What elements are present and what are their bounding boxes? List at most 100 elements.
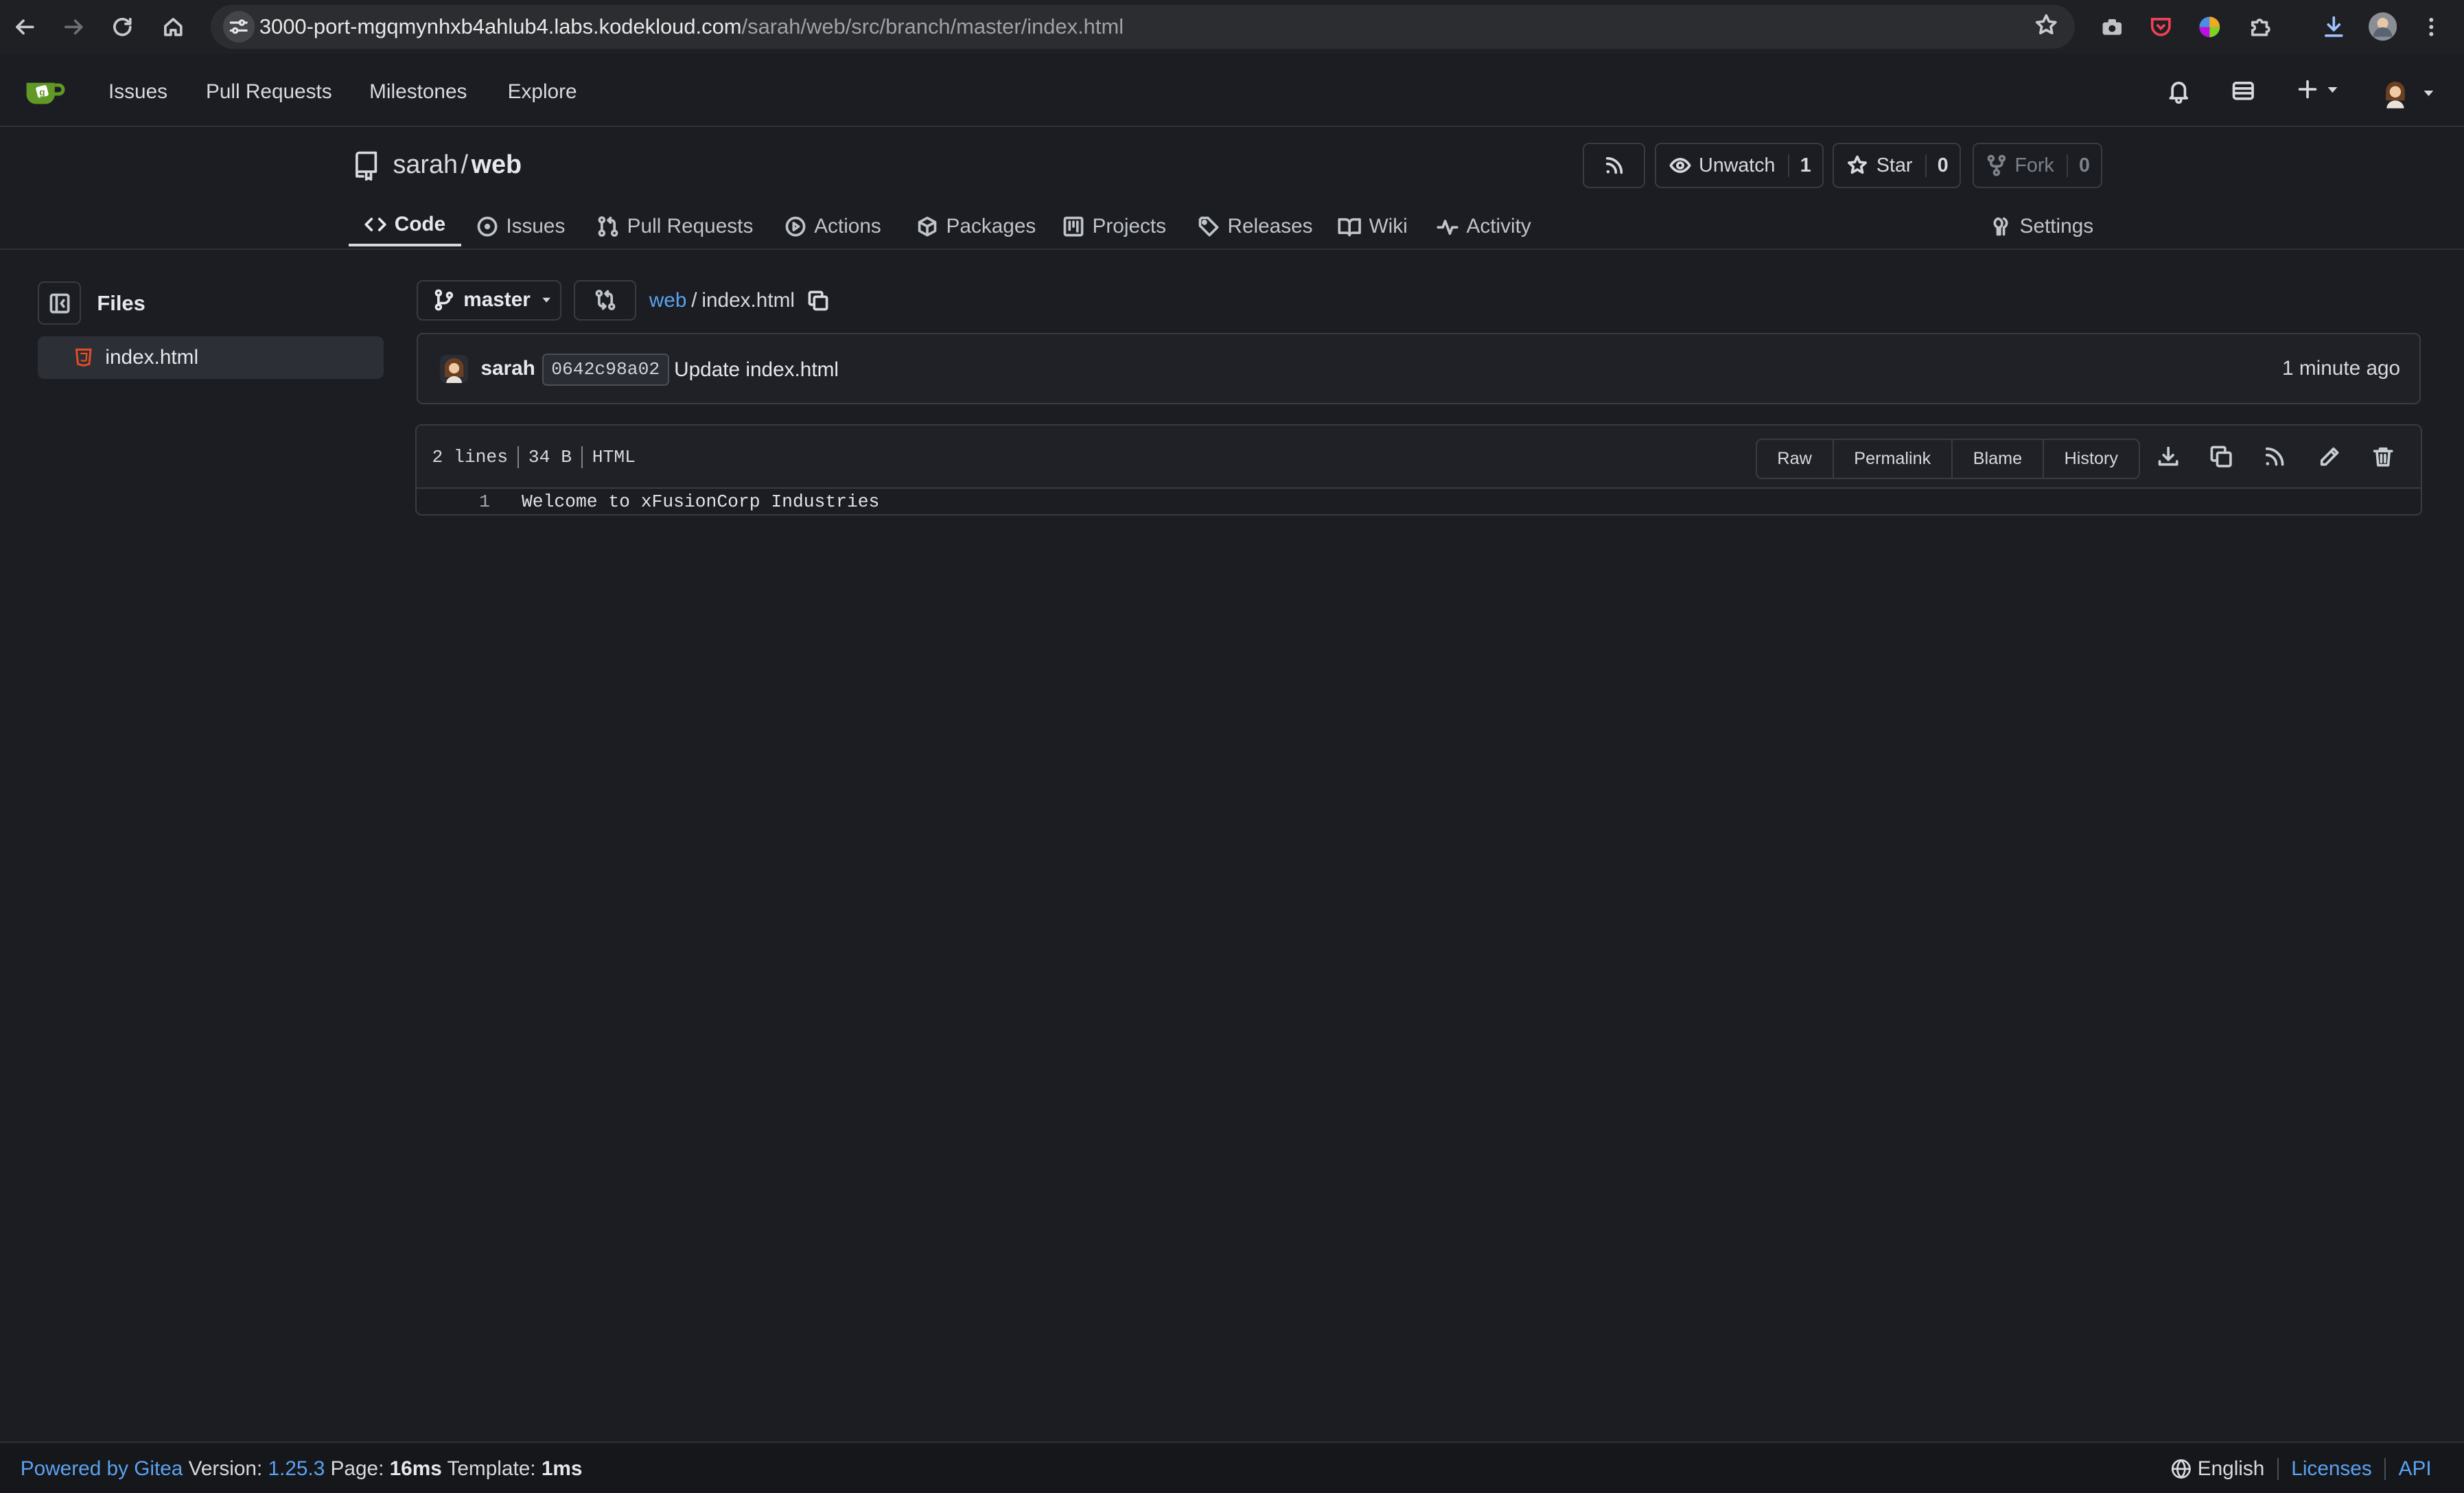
nav-explore[interactable]: Explore: [508, 80, 577, 104]
svg-text:g: g: [40, 87, 45, 97]
nav-pull-requests[interactable]: Pull Requests: [206, 80, 332, 104]
delete-trash-icon[interactable]: [2371, 445, 2395, 468]
commit-sha-label[interactable]: 0642c98a02: [542, 353, 669, 386]
language-selector[interactable]: English: [2171, 1457, 2265, 1481]
create-new-dropdown[interactable]: [2297, 78, 2340, 100]
repo-owner-link[interactable]: sarah: [393, 150, 457, 179]
project-icon: [1063, 216, 1084, 237]
color-picker-extension-icon[interactable]: [2196, 12, 2224, 40]
pocket-extension-icon[interactable]: [2147, 12, 2175, 40]
star-button[interactable]: Star: [1834, 144, 1925, 187]
downloads-icon[interactable]: [2320, 12, 2348, 40]
site-info-icon[interactable]: [223, 11, 255, 43]
file-line-count: 2 lines: [432, 447, 509, 468]
line-content: Welcome to xFusionCorp Industries: [521, 491, 880, 513]
git-compare-icon: [595, 290, 616, 311]
tab-code[interactable]: Code: [349, 206, 462, 246]
profile-avatar-icon[interactable]: [2369, 12, 2397, 41]
powered-by-link[interactable]: Powered by Gitea: [21, 1457, 183, 1480]
tab-wiki[interactable]: Wiki: [1338, 206, 1408, 247]
tools-icon: [1993, 217, 2008, 236]
branch-selector-button[interactable]: master: [416, 279, 561, 321]
file-tree-header: Files: [37, 281, 146, 325]
edit-pencil-icon[interactable]: [2318, 445, 2341, 468]
forward-icon[interactable]: [58, 11, 90, 43]
author-avatar[interactable]: [439, 355, 469, 384]
file-tree-item[interactable]: index.html: [37, 336, 384, 379]
tab-projects-label: Projects: [1092, 214, 1167, 238]
url-path: /sarah/web/src/branch/master/index.html: [741, 14, 1124, 38]
rss-feed-button[interactable]: [1583, 143, 1646, 189]
branch-name: master: [463, 288, 531, 312]
fork-label: Fork: [2014, 154, 2054, 176]
nav-milestones[interactable]: Milestones: [369, 80, 467, 104]
nav-issues[interactable]: Issues: [108, 80, 167, 104]
breadcrumb-repo-link[interactable]: web: [649, 289, 687, 312]
gitea-navbar: g Issues Pull Requests Milestones Explor…: [0, 60, 2464, 128]
tab-activity[interactable]: Activity: [1437, 206, 1531, 247]
page-time-value: 16ms: [389, 1457, 442, 1480]
history-button[interactable]: History: [2042, 439, 2139, 478]
commit-message[interactable]: Update index.html: [674, 358, 839, 382]
tab-projects[interactable]: Projects: [1062, 206, 1166, 247]
user-menu-dropdown[interactable]: [2380, 77, 2436, 108]
sidebar-collapse-icon: [49, 293, 70, 314]
breadcrumb: web / index.html: [649, 289, 830, 312]
tab-settings-label: Settings: [2019, 214, 2094, 238]
licenses-link[interactable]: Licenses: [2291, 1457, 2371, 1481]
compare-button[interactable]: [573, 279, 637, 321]
browser-toolbar: 3000-port-mgqmynhxb4ahlub4.labs.kodeklou…: [0, 0, 2464, 54]
tab-wiki-label: Wiki: [1369, 214, 1408, 238]
fork-button[interactable]: Fork: [1974, 144, 2067, 187]
extensions-puzzle-icon[interactable]: [2246, 12, 2274, 40]
tab-actions[interactable]: Actions: [784, 206, 881, 247]
api-link[interactable]: API: [2399, 1457, 2432, 1481]
fork-count[interactable]: 0: [2067, 154, 2101, 177]
file-info-divider: [581, 446, 583, 469]
unwatch-label: Unwatch: [1699, 154, 1776, 176]
raw-button[interactable]: Raw: [1757, 440, 1833, 478]
commit-author[interactable]: sarah: [480, 357, 535, 380]
rss-icon[interactable]: [2263, 445, 2286, 468]
line-number[interactable]: 1: [479, 491, 490, 512]
repo-tabs: Code Issues Pull Requests Actions Packag…: [0, 201, 2464, 250]
camera-extension-icon[interactable]: [2098, 12, 2126, 40]
browser-menu-icon[interactable]: [2417, 12, 2445, 40]
issue-icon: [477, 216, 498, 237]
repo-name-link[interactable]: web: [472, 150, 522, 179]
unwatch-button[interactable]: Unwatch: [1656, 144, 1787, 187]
bookmark-star-icon[interactable]: [2034, 12, 2059, 38]
page-time-label: Page:: [330, 1457, 384, 1480]
home-icon[interactable]: [157, 11, 189, 43]
copy-path-icon[interactable]: [807, 290, 829, 312]
watch-button-group: Unwatch 1: [1655, 143, 1824, 189]
stopwatch-icon[interactable]: [2231, 78, 2256, 104]
repo-icon: [355, 151, 377, 181]
address-bar[interactable]: 3000-port-mgqmynhxb4ahlub4.labs.kodeklou…: [210, 4, 2075, 49]
star-count[interactable]: 0: [1925, 154, 1960, 177]
footer-links: English Licenses API: [2171, 1457, 2432, 1481]
version-link[interactable]: 1.25.3: [268, 1457, 325, 1480]
tab-packages[interactable]: Packages: [916, 206, 1036, 247]
url-host: 3000-port-mgqmynhxb4ahlub4.labs.kodeklou…: [259, 14, 742, 38]
blame-button[interactable]: Blame: [1951, 439, 2043, 478]
url-text: 3000-port-mgqmynhxb4ahlub4.labs.kodeklou…: [259, 14, 1124, 39]
watch-count[interactable]: 1: [1787, 154, 1822, 177]
permalink-button[interactable]: Permalink: [1832, 439, 1951, 478]
tab-releases[interactable]: Releases: [1198, 206, 1313, 247]
tab-pull-requests[interactable]: Pull Requests: [597, 206, 753, 247]
download-icon[interactable]: [2157, 445, 2180, 468]
back-icon[interactable]: [10, 11, 41, 43]
language-label: English: [2197, 1457, 2265, 1480]
tab-issues[interactable]: Issues: [476, 206, 565, 247]
reload-icon[interactable]: [107, 11, 139, 43]
repo-title-separator: /: [461, 150, 469, 179]
toggle-file-tree-button[interactable]: [37, 281, 82, 325]
copy-content-icon[interactable]: [2209, 445, 2233, 468]
branch-icon: [434, 289, 453, 311]
tab-settings[interactable]: Settings: [1990, 206, 2093, 247]
file-header: 2 lines 34 B HTML Raw Permalink Blame Hi…: [416, 426, 2421, 489]
globe-icon: [2171, 1459, 2191, 1479]
notifications-bell-icon[interactable]: [2166, 78, 2192, 104]
gitea-logo-icon[interactable]: g: [23, 74, 67, 108]
